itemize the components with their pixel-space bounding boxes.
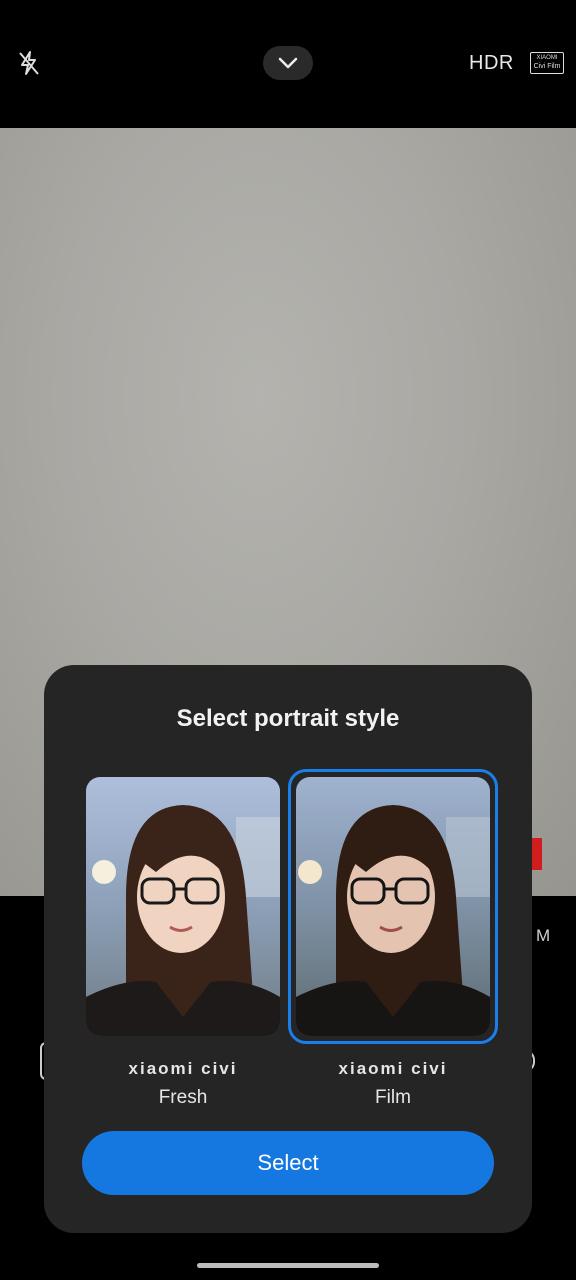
hdr-toggle[interactable]: HDR	[469, 52, 514, 75]
portrait-style-sheet: Select portrait style xiaomi civi Fresh …	[44, 665, 532, 1233]
badge-line-1: XIAOMI	[536, 55, 558, 61]
style-label-film: Film	[375, 1087, 411, 1108]
chevron-down-icon	[278, 57, 298, 69]
home-indicator[interactable]	[197, 1263, 379, 1268]
select-button[interactable]: Select	[82, 1131, 494, 1195]
collapse-toggle-button[interactable]	[263, 46, 313, 80]
film-preview-image	[296, 777, 490, 1036]
sheet-title: Select portrait style	[176, 705, 400, 732]
badge-line-2: Civi Film	[533, 63, 561, 70]
style-label-fresh: Fresh	[158, 1087, 208, 1108]
civi-film-mode-button[interactable]: XIAOMI Civi Film	[530, 52, 564, 74]
camera-top-bar: HDR XIAOMI Civi Film	[0, 0, 576, 128]
fresh-preview-image	[86, 777, 280, 1036]
mode-label-peek[interactable]: M	[536, 926, 550, 946]
flash-off-icon[interactable]	[14, 48, 44, 78]
brand-label: xiaomi civi	[128, 1059, 238, 1078]
brand-label: xiaomi civi	[338, 1059, 448, 1078]
